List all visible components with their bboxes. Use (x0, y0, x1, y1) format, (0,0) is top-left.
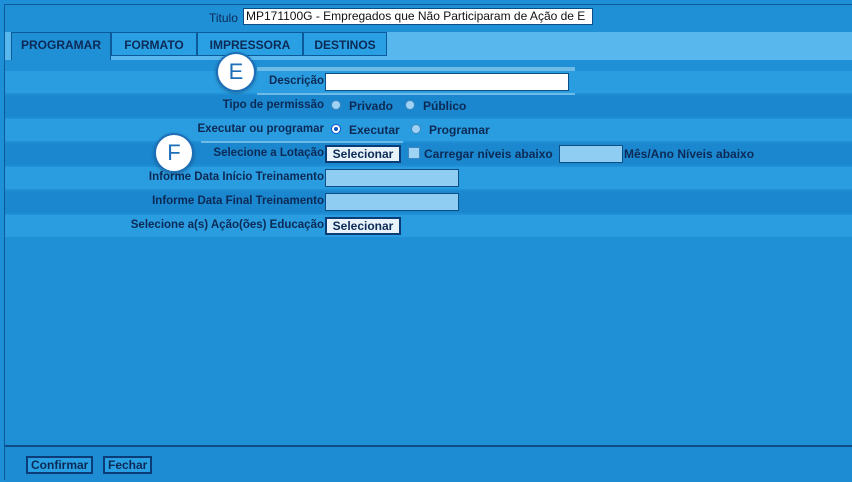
title-input[interactable]: MP171100G - Empregados que Não Participa… (243, 8, 593, 25)
niveis-input[interactable] (559, 145, 623, 163)
radio-publico-label: Público (423, 99, 467, 113)
row-data-final: Informe Data Final Treinamento (5, 191, 852, 213)
descricao-input[interactable] (325, 73, 569, 91)
tab-formato[interactable]: FORMATO (111, 32, 197, 56)
title-row: Titulo MP171100G - Empregados que Não Pa… (5, 5, 852, 29)
marker-e: E (216, 52, 256, 92)
carregar-niveis-label: Carregar níveis abaixo (424, 147, 553, 161)
carregar-niveis-checkbox[interactable] (408, 147, 420, 159)
footer-bar: Confirmar Fechar (5, 445, 852, 482)
title-label: Titulo (209, 11, 238, 25)
niveis-suffix-label: Mês/Ano Níveis abaixo (624, 147, 755, 161)
tab-bar: PROGRAMAR FORMATO IMPRESSORA DESTINOS (5, 32, 852, 60)
radio-publico[interactable] (405, 100, 415, 110)
tab-destinos[interactable]: DESTINOS (303, 32, 387, 56)
permissao-label: Tipo de permissão (222, 99, 324, 111)
data-inicio-input[interactable] (325, 169, 459, 187)
radio-executar[interactable] (331, 124, 341, 134)
radio-privado-label: Privado (349, 99, 394, 113)
report-window: Titulo MP171100G - Empregados que Não Pa… (4, 4, 852, 482)
row-data-inicio: Informe Data Início Treinamento (5, 167, 852, 189)
lotacao-select-button[interactable]: Selecionar (325, 145, 401, 163)
row-descricao: Descrição (5, 71, 852, 93)
confirm-button[interactable]: Confirmar (26, 456, 94, 474)
row-lotacao: Selecione a Lotação Selecionar Carregar … (5, 143, 852, 165)
radio-programar-label: Programar (429, 123, 490, 137)
data-final-label: Informe Data Final Treinamento (152, 195, 324, 207)
row-acoes: Selecione a(s) Ação(ões) Educação Seleci… (5, 215, 852, 237)
radio-privado[interactable] (331, 100, 341, 110)
radio-programar[interactable] (411, 124, 421, 134)
close-button[interactable]: Fechar (103, 456, 153, 474)
row-permissao: Tipo de permissão Privado Público (5, 95, 852, 117)
tab-impressora[interactable]: IMPRESSORA (197, 32, 303, 56)
marker-f: F (154, 133, 194, 173)
descricao-label: Descrição (269, 75, 324, 87)
data-final-input[interactable] (325, 193, 459, 211)
row-executar: Executar ou programar Executar Programar (5, 119, 852, 141)
executar-label: Executar ou programar (197, 123, 324, 135)
acoes-label: Selecione a(s) Ação(ões) Educação (130, 219, 324, 231)
radio-executar-label: Executar (349, 123, 400, 137)
lotacao-label: Selecione a Lotação (213, 147, 324, 159)
tab-programar[interactable]: PROGRAMAR (11, 32, 111, 60)
acoes-select-button[interactable]: Selecionar (325, 217, 401, 235)
